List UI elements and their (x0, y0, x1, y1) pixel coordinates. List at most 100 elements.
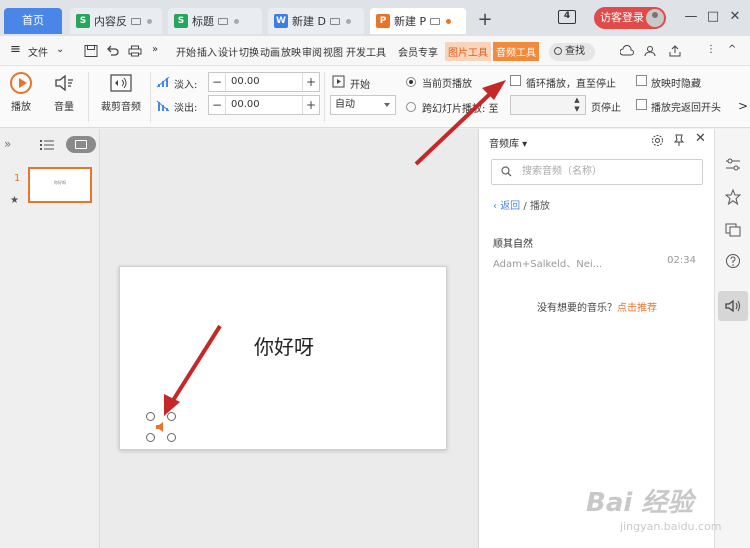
menu-audio-tools[interactable]: 音频工具 (493, 42, 539, 61)
stop-page-value[interactable] (511, 96, 569, 114)
export-icon[interactable] (668, 45, 682, 57)
cloud-icon[interactable] (620, 45, 634, 57)
resize-handle[interactable] (167, 433, 176, 442)
menu-transition[interactable]: 切换 (239, 44, 259, 59)
slide-text-box[interactable]: 你好呀 (254, 331, 314, 360)
print-icon[interactable] (128, 45, 142, 57)
menu-picture-tools[interactable]: 图片工具 (445, 42, 491, 61)
ribbon-divider (324, 72, 325, 122)
back-link[interactable]: ‹ 返回 (493, 201, 520, 212)
share-user-icon[interactable] (644, 45, 658, 57)
chevron-down-icon[interactable]: ⌄ (56, 44, 64, 55)
hamburger-menu-icon[interactable]: ≡ (10, 42, 21, 57)
new-tab-button[interactable]: + (474, 10, 496, 32)
fade-out-value[interactable]: 00.00 (225, 96, 303, 114)
decrement-button[interactable]: − (209, 96, 225, 114)
tab-doc-title[interactable]: S 标题 (168, 8, 262, 34)
resize-handle[interactable] (167, 412, 176, 421)
pin-icon[interactable] (673, 134, 685, 147)
slide-number: 1 (14, 173, 21, 184)
rewind-label: 播放完返回开头 (651, 103, 721, 114)
writer-app-icon: W (274, 14, 288, 28)
start-mode-select[interactable]: 自动 (330, 95, 396, 115)
stepper-arrows[interactable]: ▲ ▼ (569, 96, 585, 114)
fade-out-icon (156, 100, 170, 112)
menu-developer[interactable]: 开发工具 (346, 44, 386, 59)
outline-view-icon[interactable] (40, 139, 54, 151)
help-icon[interactable] (725, 253, 741, 269)
file-menu[interactable]: 文件 (28, 44, 48, 59)
title-tab-bar: 首页 S 内容反 S 标题 W 新建 D P 新建 P + 4 访客登录 — □… (0, 0, 750, 36)
ribbon-scroll-right-icon[interactable]: > (738, 99, 748, 113)
menu-start[interactable]: 开始 (176, 44, 196, 59)
fade-out-stepper[interactable]: − 00.00 + (208, 95, 320, 115)
start-icon (332, 75, 345, 88)
resize-handle[interactable] (146, 412, 155, 421)
menu-review[interactable]: 审阅 (302, 44, 322, 59)
tab-count-badge[interactable]: 4 (558, 10, 576, 24)
trim-audio-label: 裁剪音频 (101, 102, 141, 113)
undo-icon[interactable] (106, 45, 120, 57)
decrement-button[interactable]: − (209, 73, 225, 91)
minimize-button[interactable]: — (682, 8, 700, 26)
stop-page-label: 页停止 (591, 103, 621, 114)
monitor-icon (131, 17, 141, 25)
menu-member[interactable]: 会员专享 (398, 44, 438, 59)
menu-view[interactable]: 视图 (323, 44, 343, 59)
expand-panel-icon[interactable]: » (4, 137, 11, 151)
loop-checkbox[interactable] (510, 75, 521, 86)
slide-transition-icon[interactable] (725, 221, 741, 237)
increment-button[interactable]: + (303, 96, 319, 114)
menu-insert[interactable]: 插入 (197, 44, 217, 59)
menu-slideshow[interactable]: 放映 (281, 44, 301, 59)
play-button[interactable]: 播放 (6, 72, 36, 113)
presentation-app-icon: P (376, 14, 390, 28)
stop-page-stepper[interactable]: ▲ ▼ (510, 95, 586, 115)
rewind-checkbox[interactable] (636, 99, 647, 110)
right-tool-strip (714, 129, 750, 548)
menu-bar: ≡ 文件 ⌄ » 开始 插入 设计 切换 动画 放映 审阅 视图 开发工具 会员… (0, 36, 750, 66)
menu-animation[interactable]: 动画 (260, 44, 280, 59)
recommend-link[interactable]: 点击推荐 (617, 303, 657, 314)
volume-label: 音量 (54, 102, 74, 113)
slide-thumbnail-panel: » 1 ★ 你好呀 (0, 129, 100, 548)
hide-while-showing-checkbox[interactable] (636, 75, 647, 86)
trim-audio-button[interactable]: 裁剪音频 (98, 72, 144, 113)
increment-button[interactable]: + (303, 73, 319, 91)
slide-thumbnail[interactable]: 你好呀 (28, 167, 92, 203)
tab-label: 标题 (192, 15, 214, 28)
save-icon[interactable] (84, 45, 98, 57)
audio-search-input[interactable]: 搜索音频（名称） (491, 159, 703, 185)
fade-in-icon (156, 76, 170, 88)
thumbnail-view-toggle[interactable] (66, 136, 96, 153)
more-options-icon[interactable]: ⋮ (706, 44, 716, 55)
song-title[interactable]: 顺其自然 (493, 235, 533, 250)
properties-sliders-icon[interactable] (725, 157, 741, 173)
settings-gear-icon[interactable] (651, 134, 664, 147)
tab-label: 内容反 (94, 15, 127, 28)
play-across-slides-radio[interactable] (406, 102, 416, 112)
collapse-ribbon-icon[interactable]: ^ (728, 44, 736, 55)
guest-login-button[interactable]: 访客登录 (594, 7, 666, 29)
search-button[interactable]: 查找 (549, 43, 595, 61)
audio-object[interactable] (146, 412, 176, 442)
fade-in-stepper[interactable]: − 00.00 + (208, 72, 320, 92)
audio-library-title[interactable]: 音频库 ▾ (489, 135, 527, 150)
tab-doc-new-d[interactable]: W 新建 D (268, 8, 364, 34)
menu-design[interactable]: 设计 (218, 44, 238, 59)
fade-out-label: 淡出: (174, 103, 198, 114)
close-button[interactable]: ✕ (726, 8, 744, 26)
tab-doc-new-p[interactable]: P 新建 P (370, 8, 466, 34)
close-panel-icon[interactable]: ✕ (695, 131, 706, 146)
audio-panel-tab[interactable] (718, 291, 748, 321)
animation-star-icon[interactable] (725, 189, 741, 205)
slide[interactable]: 你好呀 (119, 266, 447, 450)
fade-in-value[interactable]: 00.00 (225, 73, 303, 91)
maximize-button[interactable]: □ (704, 8, 722, 26)
volume-button[interactable]: 音量 (48, 72, 80, 113)
tab-home[interactable]: 首页 (4, 8, 62, 34)
more-left-icon[interactable]: » (152, 44, 158, 55)
tab-doc-content[interactable]: S 内容反 (70, 8, 162, 34)
play-current-page-radio[interactable] (406, 77, 416, 87)
resize-handle[interactable] (146, 433, 155, 442)
